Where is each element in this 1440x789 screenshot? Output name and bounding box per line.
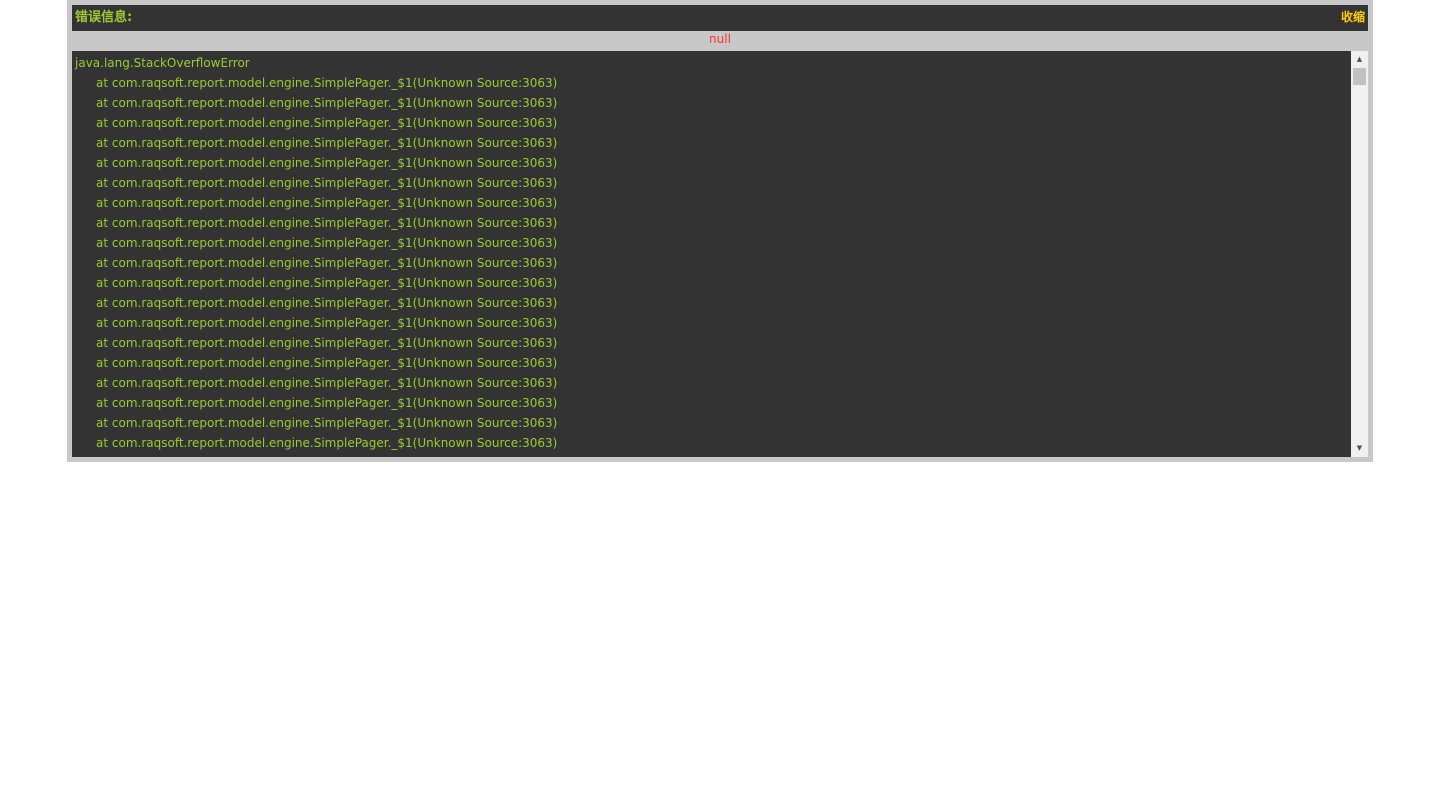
stack-frame-line: at com.raqsoft.report.model.engine.Simpl… [96,176,558,190]
stack-frame-line: at com.raqsoft.report.model.engine.Simpl… [96,316,558,330]
exception-line: java.lang.StackOverflowError [75,56,250,70]
error-header: 错误信息: 收缩 [72,5,1368,31]
stack-frame-line: at com.raqsoft.report.model.engine.Simpl… [96,256,558,270]
scroll-down-icon[interactable]: ▼ [1351,440,1368,457]
stack-frame-line: at com.raqsoft.report.model.engine.Simpl… [96,276,558,290]
stack-frame-line: at com.raqsoft.report.model.engine.Simpl… [96,96,558,110]
stack-frame-line: at com.raqsoft.report.model.engine.Simpl… [96,416,558,430]
stack-frames: at com.raqsoft.report.model.engine.Simpl… [75,73,1351,453]
scroll-thumb[interactable] [1353,68,1366,85]
stack-frame-line: at com.raqsoft.report.model.engine.Simpl… [96,116,558,130]
vertical-scrollbar[interactable]: ▲ ▼ [1351,51,1368,457]
scroll-up-icon[interactable]: ▲ [1351,51,1368,68]
stack-frame-line: at com.raqsoft.report.model.engine.Simpl… [96,376,558,390]
stack-frame-line: at com.raqsoft.report.model.engine.Simpl… [96,396,558,410]
stack-frame-line: at com.raqsoft.report.model.engine.Simpl… [96,136,558,150]
stack-frame-line: at com.raqsoft.report.model.engine.Simpl… [96,336,558,350]
stack-frame-line: at com.raqsoft.report.model.engine.Simpl… [96,296,558,310]
stack-frame-line: at com.raqsoft.report.model.engine.Simpl… [96,216,558,230]
stack-trace-content: java.lang.StackOverflowError at com.raqs… [72,51,1351,457]
stack-frame-line: at com.raqsoft.report.model.engine.Simpl… [96,76,558,90]
collapse-link[interactable]: 收缩 [1341,9,1365,25]
error-message: null [709,32,731,46]
error-title: 错误信息: [75,10,133,25]
error-panel: 错误信息: 收缩 null java.lang.StackOverflowErr… [67,0,1373,462]
stack-frame-line: at com.raqsoft.report.model.engine.Simpl… [96,436,558,450]
stack-frame-line: at com.raqsoft.report.model.engine.Simpl… [96,196,558,210]
stack-trace-box[interactable]: java.lang.StackOverflowError at com.raqs… [72,51,1368,457]
stack-frame-line: at com.raqsoft.report.model.engine.Simpl… [96,156,558,170]
stack-frame-line: at com.raqsoft.report.model.engine.Simpl… [96,236,558,250]
stack-frame-line: at com.raqsoft.report.model.engine.Simpl… [96,356,558,370]
